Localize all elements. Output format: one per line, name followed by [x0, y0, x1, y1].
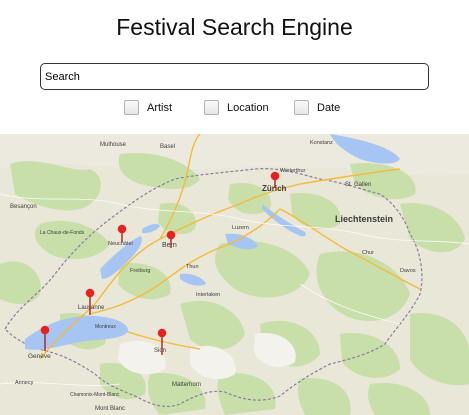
label-stgallen: St. Gallen — [345, 182, 371, 188]
label-basel: Basel — [160, 144, 175, 150]
search-box[interactable] — [40, 63, 429, 90]
label-besancon: Besançon — [10, 204, 37, 210]
label-lucerne: Luzern — [232, 225, 249, 231]
filter-bar: Artist Location Date — [0, 100, 469, 118]
search-input[interactable] — [41, 64, 428, 89]
label-winterthur: Winterthur — [280, 168, 306, 174]
label-thun: Thun — [186, 264, 199, 270]
label-lachauxdefonds: La Chaux-de-Fonds — [40, 230, 85, 236]
location-checkbox[interactable] — [204, 100, 219, 115]
map-canvas[interactable]: Zürich Liechtenstein Bern Neuchâtel Laus… — [0, 134, 469, 415]
label-liechtenstein: Liechtenstein — [335, 214, 393, 224]
label-geneve: Genève — [28, 353, 51, 360]
filter-location[interactable]: Location — [204, 100, 269, 115]
filter-date[interactable]: Date — [294, 100, 340, 115]
label-montreux: Montreux — [95, 324, 116, 330]
label-montblanc: Mont Blanc — [95, 406, 125, 412]
marker-pin-icon[interactable] — [85, 288, 95, 298]
marker-pin-icon[interactable] — [40, 325, 50, 335]
label-konstanz: Konstanz — [310, 140, 333, 146]
label-lausanne: Lausanne — [78, 305, 105, 311]
artist-label: Artist — [147, 101, 173, 114]
marker-pin-icon[interactable] — [166, 230, 176, 240]
label-annecy: Annecy — [15, 380, 34, 386]
label-fribourg: Freiburg — [130, 268, 150, 274]
date-checkbox[interactable] — [294, 100, 309, 115]
label-neuchatel: Neuchâtel — [108, 241, 133, 247]
page-title: Festival Search Engine — [116, 14, 353, 40]
label-chamonix: Chamonix-Mont-Blanc — [70, 392, 120, 398]
festival-map[interactable]: Zürich Liechtenstein Bern Neuchâtel Laus… — [0, 134, 469, 415]
marker-pin-icon[interactable] — [270, 171, 280, 181]
label-davos: Davos — [400, 268, 416, 274]
artist-checkbox[interactable] — [124, 100, 139, 115]
label-matterhorn: Matterhorn — [172, 382, 201, 388]
location-label: Location — [227, 101, 269, 114]
label-chur: Chur — [362, 250, 374, 256]
label-interlaken: Interlaken — [196, 292, 220, 298]
label-zurich: Zürich — [262, 184, 287, 193]
date-label: Date — [317, 101, 341, 114]
label-bern: Bern — [162, 242, 177, 249]
filter-artist[interactable]: Artist — [124, 100, 172, 115]
marker-pin-icon[interactable] — [157, 328, 167, 338]
marker-pin-icon[interactable] — [117, 224, 127, 234]
label-mulhouse: Mulhouse — [100, 142, 127, 148]
label-sion: Sion — [154, 348, 166, 354]
